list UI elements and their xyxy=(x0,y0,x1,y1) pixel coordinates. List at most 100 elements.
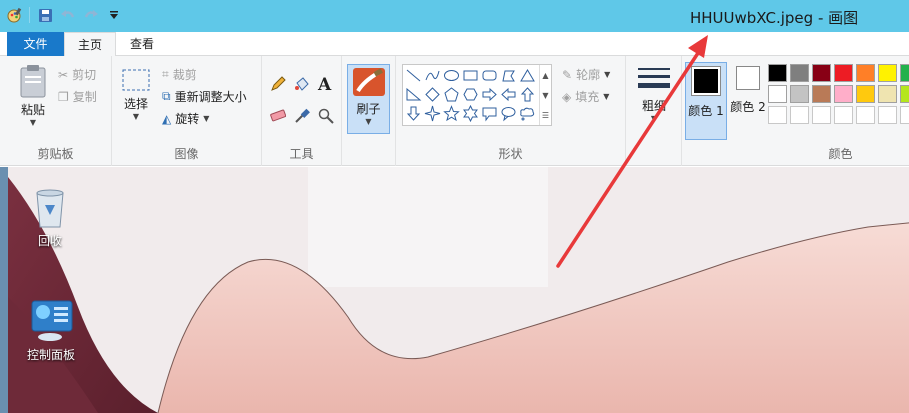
ribbon: 粘贴 ▼ ✂ 剪切 ❐ 复制 剪贴板 选择 ▼ ⌗ 裁剪 ⧉ 重新调整大小 ◭ … xyxy=(0,56,909,166)
pentagon-shape-icon[interactable] xyxy=(443,86,460,103)
eraser-icon[interactable] xyxy=(270,108,286,122)
color-swatch[interactable] xyxy=(900,64,909,82)
diamond-shape-icon[interactable] xyxy=(424,86,441,103)
resize-button[interactable]: ⧉ 重新调整大小 xyxy=(162,88,247,105)
tools-group: A 工具 xyxy=(262,56,342,166)
size-button[interactable]: 粗细 ▼ xyxy=(634,66,674,123)
color-swatch[interactable] xyxy=(768,85,787,103)
color-swatch[interactable] xyxy=(812,106,831,124)
tab-view[interactable]: 查看 xyxy=(118,32,166,56)
recycle-bin-label: 回收 xyxy=(37,234,62,248)
selection-icon xyxy=(122,69,150,91)
tab-home[interactable]: 主页 xyxy=(64,32,116,57)
paint-app-icon[interactable] xyxy=(6,7,22,23)
customize-toolbar-icon[interactable] xyxy=(106,7,122,23)
triangle-shape-icon[interactable] xyxy=(519,67,536,84)
left-arrow-shape-icon[interactable] xyxy=(500,86,517,103)
crop-icon: ⌗ xyxy=(162,67,169,81)
color-swatch[interactable] xyxy=(900,106,909,124)
canvas-image xyxy=(8,167,909,413)
color-swatch[interactable] xyxy=(768,106,787,124)
color-swatch[interactable] xyxy=(834,106,853,124)
pencil-icon[interactable] xyxy=(270,76,286,92)
control-panel-desktop-icon[interactable]: 控制面板 xyxy=(18,299,84,363)
text-tool-icon[interactable]: A xyxy=(318,75,331,95)
fill-button[interactable]: ◈ 填充 ▼ xyxy=(562,88,609,105)
outline-button[interactable]: ✎ 轮廓 ▼ xyxy=(562,66,610,83)
color1-swatch xyxy=(694,69,718,93)
shapes-gallery[interactable]: ▲ ▼ ☰ xyxy=(402,64,552,126)
drawing-canvas[interactable]: 回收 控制面板 xyxy=(0,167,909,413)
color-swatch[interactable] xyxy=(812,64,831,82)
copy-button[interactable]: ❐ 复制 xyxy=(58,88,97,105)
magnifier-icon[interactable] xyxy=(318,108,334,124)
color-swatch[interactable] xyxy=(878,64,897,82)
color-swatch[interactable] xyxy=(834,64,853,82)
save-icon[interactable] xyxy=(37,7,53,23)
tab-file[interactable]: 文件 xyxy=(7,32,64,56)
color-swatch[interactable] xyxy=(856,106,875,124)
scroll-down-icon[interactable]: ▼ xyxy=(542,91,548,100)
color-picker-icon[interactable] xyxy=(294,108,310,124)
chevron-down-icon: ▼ xyxy=(603,92,610,101)
chevron-down-icon: ▼ xyxy=(650,114,658,123)
cloud-callout-shape-icon[interactable] xyxy=(519,105,536,122)
resize-label: 重新调整大小 xyxy=(174,90,247,104)
up-arrow-shape-icon[interactable] xyxy=(519,86,536,103)
undo-icon[interactable] xyxy=(60,7,76,23)
rotate-button[interactable]: ◭ 旋转 ▼ xyxy=(162,110,209,127)
outline-icon: ✎ xyxy=(562,67,573,82)
hexagon-shape-icon[interactable] xyxy=(462,86,479,103)
color-swatch[interactable] xyxy=(878,85,897,103)
rect-callout-shape-icon[interactable] xyxy=(481,105,498,122)
color-swatch[interactable] xyxy=(856,64,875,82)
color1-swatch-frame xyxy=(691,66,721,96)
color-swatch[interactable] xyxy=(812,85,831,103)
ribbon-tabs: 文件 主页 查看 xyxy=(0,32,909,57)
expand-gallery-icon[interactable]: ☰ xyxy=(542,111,549,120)
color-swatch[interactable] xyxy=(768,64,787,82)
paste-button[interactable]: 粘贴 ▼ xyxy=(14,64,52,127)
down-arrow-shape-icon[interactable] xyxy=(405,105,422,122)
oval-shape-icon[interactable] xyxy=(443,67,460,84)
curve-shape-icon[interactable] xyxy=(424,67,441,84)
color-swatch[interactable] xyxy=(856,85,875,103)
canvas-left-edge xyxy=(0,167,8,413)
cut-button[interactable]: ✂ 剪切 xyxy=(58,66,96,83)
crop-button[interactable]: ⌗ 裁剪 xyxy=(162,66,197,83)
right-triangle-shape-icon[interactable] xyxy=(405,86,422,103)
rectangle-shape-icon[interactable] xyxy=(462,67,479,84)
six-point-star-shape-icon[interactable] xyxy=(462,105,479,122)
shapes-scroll[interactable]: ▲ ▼ ☰ xyxy=(539,65,551,125)
colors-group: 颜色 1 颜色 2 颜色 xyxy=(682,56,909,166)
chevron-down-icon: ▼ xyxy=(132,112,140,121)
color1-button[interactable]: 颜色 1 xyxy=(685,62,727,140)
select-button[interactable]: 选择 ▼ xyxy=(118,68,154,121)
quick-access-toolbar xyxy=(6,7,122,23)
color-swatch[interactable] xyxy=(878,106,897,124)
recycle-bin-desktop-icon[interactable]: 回收 xyxy=(22,185,78,249)
color-swatch[interactable] xyxy=(834,85,853,103)
color-swatch[interactable] xyxy=(790,106,809,124)
color-swatch[interactable] xyxy=(790,85,809,103)
colors-group-label: 颜色 xyxy=(828,147,853,161)
color-swatch[interactable] xyxy=(900,85,909,103)
redo-icon[interactable] xyxy=(83,7,99,23)
color1-label: 颜色 1 xyxy=(688,104,724,118)
color2-label: 颜色 2 xyxy=(730,100,766,114)
color-swatch[interactable] xyxy=(790,64,809,82)
rounded-rectangle-shape-icon[interactable] xyxy=(481,67,498,84)
five-point-star-shape-icon[interactable] xyxy=(443,105,460,122)
right-arrow-shape-icon[interactable] xyxy=(481,86,498,103)
tools-group-label: 工具 xyxy=(289,147,314,161)
line-shape-icon[interactable] xyxy=(405,67,422,84)
fill-bucket-icon[interactable] xyxy=(294,76,310,92)
scroll-up-icon[interactable]: ▲ xyxy=(542,71,548,80)
fill-label: 填充 xyxy=(575,90,600,104)
brushes-button[interactable]: 刷子 ▼ xyxy=(347,64,390,134)
control-panel-label: 控制面板 xyxy=(26,348,75,362)
oval-callout-shape-icon[interactable] xyxy=(500,105,517,122)
polygon-shape-icon[interactable] xyxy=(500,67,517,84)
color2-button[interactable]: 颜色 2 xyxy=(728,66,768,115)
four-point-star-shape-icon[interactable] xyxy=(424,105,441,122)
